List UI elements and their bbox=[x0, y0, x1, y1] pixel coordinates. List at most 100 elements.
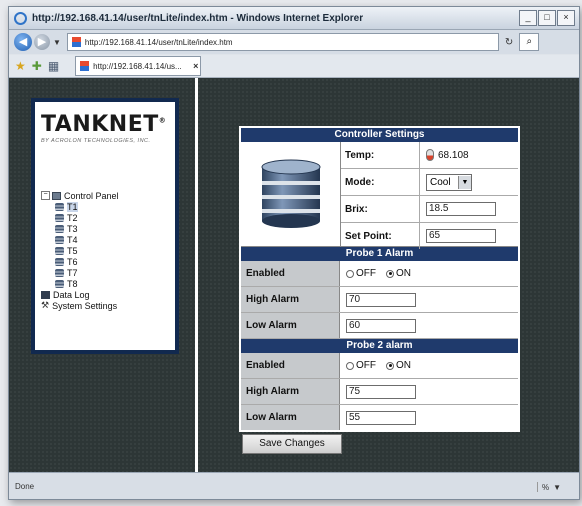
probe2-high-input[interactable]: 75 bbox=[346, 384, 416, 399]
probe2-on-radio[interactable] bbox=[386, 361, 394, 370]
tank-icon bbox=[55, 268, 64, 277]
status-right: % ▼ bbox=[536, 482, 561, 492]
probe1-low-label: Low Alarm bbox=[241, 313, 340, 338]
brix-input[interactable]: 18.5 bbox=[426, 202, 496, 216]
tab-title: http://192.168.41.14/us... bbox=[93, 61, 182, 71]
tab-list-icon[interactable]: ▦ bbox=[48, 59, 59, 73]
ie-logo-icon bbox=[14, 11, 27, 25]
tab-close-icon[interactable]: × bbox=[193, 61, 198, 71]
tree-root-control-panel[interactable]: − Control Panel bbox=[41, 190, 119, 201]
probe1-on-label[interactable]: ON bbox=[396, 268, 411, 279]
temp-value: 68.108 bbox=[438, 149, 469, 161]
probe2-low-label: Low Alarm bbox=[241, 405, 340, 430]
probe1-high-cell: 70 bbox=[340, 287, 518, 312]
tree-item-label: T5 bbox=[67, 245, 78, 256]
tree-item-t2[interactable]: T2 bbox=[55, 212, 119, 223]
probe2-low-cell: 55 bbox=[340, 405, 518, 430]
tree-item-label: T7 bbox=[67, 267, 78, 278]
tank-icon bbox=[55, 213, 64, 222]
tree-item-t6[interactable]: T6 bbox=[55, 256, 119, 267]
zoom-dropdown-icon[interactable]: ▼ bbox=[553, 483, 561, 492]
search-icon[interactable]: ⌕ bbox=[519, 33, 540, 51]
address-text[interactable]: http://192.168.41.14/user/tnLite/index.h… bbox=[85, 38, 233, 47]
probe1-alarm-header: Probe 1 Alarm bbox=[241, 247, 518, 261]
probe1-low-cell: 60 bbox=[340, 313, 518, 338]
chevron-down-icon[interactable]: ▼ bbox=[458, 175, 471, 189]
probe1-high-label: High Alarm bbox=[241, 287, 340, 312]
tree-item-label: T1 bbox=[67, 201, 78, 212]
probe2-low-row: Low Alarm 55 bbox=[241, 405, 518, 430]
tanknet-logo: TANKNET® BY ACROLON TECHNOLOGIES, INC. bbox=[41, 112, 167, 144]
tank-icon bbox=[55, 202, 64, 211]
save-changes-button[interactable]: Save Changes bbox=[242, 434, 342, 454]
tree-item-label: T3 bbox=[67, 223, 78, 234]
back-arrow-icon[interactable]: ◀ bbox=[14, 33, 32, 51]
favorites-star-icon[interactable]: ★ bbox=[15, 59, 26, 73]
collapse-icon[interactable]: − bbox=[41, 191, 50, 200]
probe2-enabled-label: Enabled bbox=[241, 353, 340, 378]
probe1-high-row: High Alarm 70 bbox=[241, 287, 518, 313]
tank-icon bbox=[55, 257, 64, 266]
probe2-low-input[interactable]: 55 bbox=[346, 410, 416, 425]
probe1-enabled-label: Enabled bbox=[241, 261, 340, 286]
probe2-enabled-cell: OFF ON bbox=[340, 353, 518, 378]
tree-root-label: Control Panel bbox=[64, 190, 119, 201]
probe2-high-label: High Alarm bbox=[241, 379, 340, 404]
tree-item-label: T2 bbox=[67, 212, 78, 223]
add-favorite-icon[interactable]: ✚ bbox=[32, 59, 42, 73]
mode-select[interactable]: Cool ▼ bbox=[426, 173, 472, 191]
probe1-high-input[interactable]: 70 bbox=[346, 292, 416, 307]
tree-item-system-settings[interactable]: ⚒ System Settings bbox=[41, 300, 119, 311]
forward-arrow-icon[interactable]: ▶ bbox=[34, 34, 50, 50]
brix-value-cell: 18.5 bbox=[420, 196, 518, 222]
setpoint-row: Set Point: 65 bbox=[341, 223, 518, 249]
logo-name: TANKNET® bbox=[41, 112, 167, 137]
tank-image bbox=[261, 159, 320, 228]
probe2-enabled-row: Enabled OFF ON bbox=[241, 353, 518, 379]
mode-value-cell: Cool ▼ bbox=[420, 169, 518, 195]
probe2-off-radio[interactable] bbox=[346, 361, 354, 370]
tank-icon bbox=[55, 246, 64, 255]
temp-value-cell: 68.108 bbox=[420, 142, 518, 168]
title-bar: http://192.168.41.14/user/tnLite/index.h… bbox=[9, 7, 579, 30]
tree-item-t7[interactable]: T7 bbox=[55, 267, 119, 278]
window-title: http://192.168.41.14/user/tnLite/index.h… bbox=[32, 12, 364, 24]
data-log-icon bbox=[41, 290, 50, 299]
probe1-enabled-radio-group: OFF ON bbox=[346, 268, 421, 279]
tank-image-cell bbox=[241, 142, 341, 246]
probe1-on-radio[interactable] bbox=[386, 269, 394, 278]
address-bar[interactable]: http://192.168.41.14/user/tnLite/index.h… bbox=[66, 33, 499, 51]
maximize-button[interactable]: □ bbox=[538, 10, 556, 26]
navigation-panel-body: TANKNET® BY ACROLON TECHNOLOGIES, INC. −… bbox=[35, 102, 175, 350]
tank-icon bbox=[55, 279, 64, 288]
close-button[interactable]: × bbox=[557, 10, 575, 26]
probe1-off-radio[interactable] bbox=[346, 269, 354, 278]
probe2-on-label[interactable]: ON bbox=[396, 360, 411, 371]
probe1-enabled-row: Enabled OFF ON bbox=[241, 261, 518, 287]
setpoint-label: Set Point: bbox=[341, 223, 420, 249]
history-dropdown-icon[interactable]: ▼ bbox=[53, 38, 61, 47]
probe2-high-row: High Alarm 75 bbox=[241, 379, 518, 405]
probe1-low-row: Low Alarm 60 bbox=[241, 313, 518, 339]
tree-item-t5[interactable]: T5 bbox=[55, 245, 119, 256]
tree-item-t3[interactable]: T3 bbox=[55, 223, 119, 234]
tree-item-t1[interactable]: T1 bbox=[55, 201, 119, 212]
probe1-low-input[interactable]: 60 bbox=[346, 318, 416, 333]
probe2-off-label[interactable]: OFF bbox=[356, 360, 376, 371]
zoom-level[interactable]: % bbox=[542, 483, 549, 492]
mode-selected-value: Cool bbox=[430, 176, 451, 188]
probe1-off-label[interactable]: OFF bbox=[356, 268, 376, 279]
thermometer-icon bbox=[426, 149, 434, 161]
page-icon bbox=[71, 37, 81, 47]
minimize-button[interactable]: _ bbox=[519, 10, 537, 26]
brix-row: Brix: 18.5 bbox=[341, 196, 518, 223]
probe2-enabled-radio-group: OFF ON bbox=[346, 360, 421, 371]
tree-item-t4[interactable]: T4 bbox=[55, 234, 119, 245]
tree-item-data-log[interactable]: Data Log bbox=[41, 289, 119, 300]
tab-current[interactable]: http://192.168.41.14/us... × bbox=[75, 56, 202, 76]
page-content: TANKNET® BY ACROLON TECHNOLOGIES, INC. −… bbox=[9, 78, 579, 472]
refresh-icon[interactable]: ↻ bbox=[505, 37, 513, 48]
probe1-enabled-cell: OFF ON bbox=[340, 261, 518, 286]
setpoint-input[interactable]: 65 bbox=[426, 229, 496, 243]
tree-item-t8[interactable]: T8 bbox=[55, 278, 119, 289]
